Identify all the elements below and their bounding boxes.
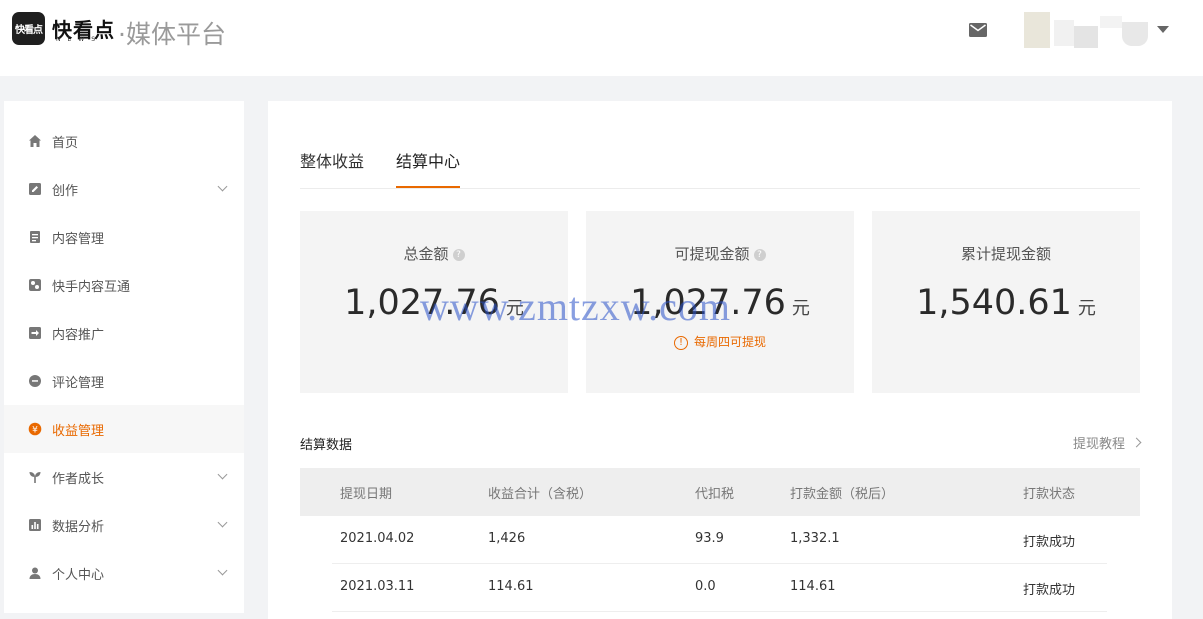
sidebar-item-revenue[interactable]: ¥ 收益管理 — [4, 405, 244, 453]
chevron-down-icon — [217, 565, 228, 576]
chevron-right-icon — [1131, 437, 1142, 448]
sidebar-item-comments[interactable]: 评论管理 — [4, 357, 244, 405]
sidebar-item-profile[interactable]: 个人中心 — [4, 549, 244, 597]
card-title-wrap: 总金额? — [300, 243, 568, 264]
logo-mark-text: 快看点 — [15, 25, 43, 36]
main-panel: 整体收益 结算中心 总金额? 1,027.76 元 可提现金额? 1,027.76… — [268, 101, 1172, 619]
sidebar-item-label: 首页 — [52, 135, 79, 151]
warning-icon: ! — [673, 335, 688, 350]
help-icon[interactable]: ? — [753, 248, 766, 261]
sidebar-item-label: 创作 — [52, 183, 79, 199]
promote-icon — [29, 327, 41, 339]
link-icon — [29, 279, 41, 291]
card-title: 累计提现金额 — [960, 245, 1051, 263]
user-icon — [29, 567, 41, 579]
home-icon — [29, 135, 41, 147]
card-title: 总金额 — [403, 245, 449, 263]
sidebar: 首页 创作 内容管理 快手内容互通 内容推广 评论管理 ¥ 收益管理 作者成长 … — [4, 101, 244, 613]
table-header: 提现日期 收益合计（含税） 代扣税 打款金额（税后） 打款状态 — [300, 468, 1140, 516]
logo-subtitle: NEWS — [56, 36, 103, 43]
withdraw-note: ! 每周四可提现 — [586, 333, 854, 350]
sidebar-item-label: 快手内容互通 — [52, 279, 131, 295]
sidebar-item-analytics[interactable]: 数据分析 — [4, 501, 244, 549]
settlement-section-title: 结算数据 — [300, 438, 353, 453]
card-title-wrap: 可提现金额? — [586, 243, 854, 264]
svg-text:¥: ¥ — [32, 425, 38, 435]
caret-down-icon[interactable] — [1157, 26, 1169, 33]
sidebar-item-label: 数据分析 — [52, 519, 105, 535]
table-cell: 114.61 — [790, 579, 836, 594]
mail-icon[interactable] — [969, 23, 987, 37]
card-title: 可提现金额 — [674, 245, 750, 263]
table-cell: 2021.04.02 — [340, 531, 415, 546]
sidebar-item-promotion[interactable]: 内容推广 — [4, 309, 244, 357]
card-unit: 元 — [791, 298, 810, 319]
card-title-wrap: 累计提现金额 — [872, 243, 1140, 264]
table-row: 2021.03.11 114.61 0.0 114.61 打款成功 — [332, 564, 1107, 612]
cumulative-withdrawn-card: 累计提现金额 1,540.61 元 — [872, 211, 1140, 393]
avatar[interactable] — [1020, 12, 1148, 48]
watermark-text: www.zmtzxw.com — [420, 284, 731, 329]
sidebar-item-kuaishou[interactable]: 快手内容互通 — [4, 261, 244, 309]
sidebar-item-label: 收益管理 — [52, 423, 105, 439]
sidebar-item-label: 内容推广 — [52, 327, 105, 343]
chart-icon — [29, 519, 41, 531]
yen-icon: ¥ — [28, 422, 42, 436]
sidebar-item-create[interactable]: 创作 — [4, 165, 244, 213]
tab-overall-revenue[interactable]: 整体收益 — [300, 148, 364, 172]
sidebar-item-label: 内容管理 — [52, 231, 105, 247]
table-cell: 93.9 — [695, 531, 724, 546]
withdraw-note-text: 每周四可提现 — [693, 335, 766, 349]
table-cell: 2021.03.11 — [340, 579, 415, 594]
platform-title: ·媒体平台 — [118, 20, 226, 49]
sidebar-item-label: 作者成长 — [52, 471, 105, 487]
card-unit: 元 — [1077, 298, 1096, 319]
chevron-down-icon — [217, 181, 228, 192]
column-header: 提现日期 — [340, 487, 393, 502]
table-cell: 1,426 — [488, 531, 526, 546]
chevron-down-icon — [217, 469, 228, 480]
sidebar-item-label: 评论管理 — [52, 375, 105, 391]
help-icon[interactable]: ? — [452, 248, 465, 261]
document-icon — [30, 231, 40, 243]
table-cell: 0.0 — [695, 579, 716, 594]
logo[interactable]: 快看点 — [12, 12, 45, 45]
table-row: 2021.04.02 1,426 93.9 1,332.1 打款成功 — [332, 516, 1107, 564]
card-amount-wrap: 1,540.61 元 — [872, 283, 1140, 323]
withdraw-tutorial-link[interactable]: 提现教程 — [1072, 433, 1142, 452]
column-header: 打款状态 — [1023, 487, 1076, 502]
table-cell: 114.61 — [488, 579, 534, 594]
card-amount: 1,540.61 — [916, 283, 1072, 323]
edit-icon — [29, 183, 41, 195]
sidebar-item-home[interactable]: 首页 — [4, 117, 244, 165]
sidebar-item-content[interactable]: 内容管理 — [4, 213, 244, 261]
top-bar: 快看点 快看点 NEWS ·媒体平台 — [0, 0, 1203, 76]
chevron-down-icon — [217, 517, 228, 528]
column-header: 打款金额（税后） — [790, 487, 895, 502]
table-cell: 1,332.1 — [790, 531, 840, 546]
tab-settlement-center[interactable]: 结算中心 — [396, 148, 460, 172]
comment-icon — [29, 375, 41, 387]
sidebar-item-growth[interactable]: 作者成长 — [4, 453, 244, 501]
column-header: 代扣税 — [695, 487, 735, 502]
sprout-icon — [29, 472, 41, 483]
tutorial-link-label: 提现教程 — [1072, 437, 1125, 452]
tab-divider — [300, 188, 1140, 189]
active-tab-indicator — [396, 186, 460, 188]
table-cell: 打款成功 — [1023, 535, 1076, 550]
sidebar-item-label: 个人中心 — [52, 567, 105, 583]
table-cell: 打款成功 — [1023, 583, 1076, 598]
column-header: 收益合计（含税） — [488, 487, 593, 502]
